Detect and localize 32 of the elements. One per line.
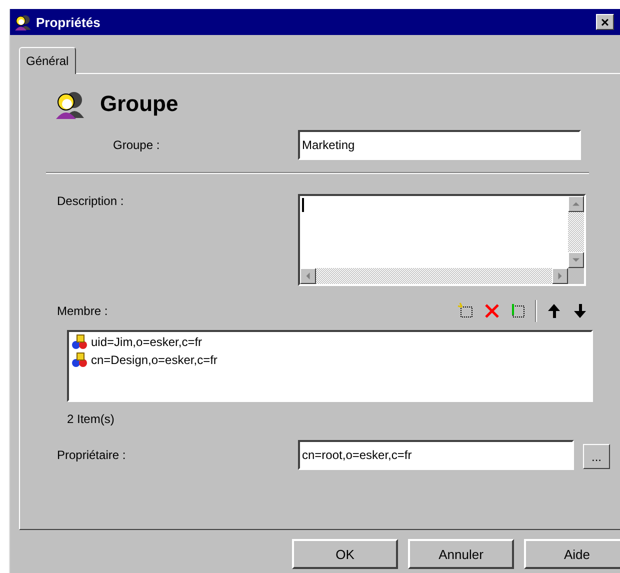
arrow-up-icon[interactable] (545, 302, 563, 320)
add-icon[interactable] (457, 302, 475, 320)
field-label: Description : (56, 194, 125, 208)
scroll-right-icon[interactable] (552, 268, 568, 284)
app-icon (14, 13, 32, 31)
field-label: Membre : (56, 304, 109, 318)
member-item[interactable]: cn=Design,o=esker,c=fr (91, 353, 218, 367)
scroll-up-icon[interactable] (568, 196, 584, 212)
vertical-scrollbar[interactable] (568, 196, 584, 268)
section-title: Groupe (100, 91, 178, 117)
browse-button[interactable]: ... (583, 444, 610, 469)
scroll-down-icon[interactable] (568, 252, 584, 268)
scrollbar-corner (568, 268, 584, 284)
field-label: Propriétaire : (56, 448, 127, 462)
group-member-icon (71, 352, 89, 368)
description-field[interactable] (298, 194, 586, 286)
dialog-button[interactable]: Aide (524, 539, 620, 569)
member-list[interactable]: uid=Jim,o=esker,c=fr cn=Design,o=esker,c=fr (67, 330, 593, 402)
field-label: Groupe : (112, 138, 161, 152)
dialog-button[interactable]: Annuler (408, 539, 514, 569)
owner-field[interactable]: cn=root,o=esker,c=fr (298, 440, 574, 470)
arrow-down-icon[interactable] (571, 302, 589, 320)
group-name-field[interactable]: Marketing (298, 130, 581, 160)
dialog-button[interactable]: OK (292, 539, 398, 569)
horizontal-scrollbar[interactable] (300, 268, 568, 284)
window-title: Propriétés (36, 14, 102, 30)
group-member-icon (71, 334, 89, 350)
member-item[interactable]: uid=Jim,o=esker,c=fr (91, 335, 202, 349)
item-count: 2 Item(s) (67, 412, 116, 426)
scroll-left-icon[interactable] (300, 268, 316, 284)
close-button[interactable]: × (596, 14, 614, 30)
tab[interactable]: Général (19, 47, 76, 74)
